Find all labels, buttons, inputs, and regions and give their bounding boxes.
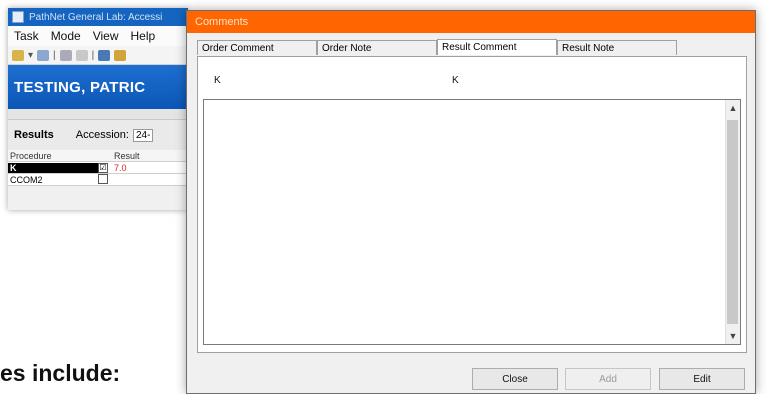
results-grid: Procedure Result K ☑ 7.0 CCOM2 — [8, 150, 188, 186]
pathnet-window: PathNet General Lab: Accessi Task Mode V… — [8, 8, 188, 210]
procedure-cell: CCOM2 — [10, 174, 43, 185]
grid-header: Procedure Result — [8, 150, 188, 162]
edit-button[interactable]: Edit — [659, 368, 745, 390]
checkbox-icon[interactable] — [98, 173, 108, 184]
notes-icon[interactable] — [114, 49, 127, 61]
tab-panel: K K ▲ ▼ — [197, 56, 747, 353]
monitor-icon[interactable] — [98, 49, 111, 61]
app-icon — [12, 11, 24, 23]
tab-order-note[interactable]: Order Note — [317, 40, 437, 55]
procedure-cell: K — [8, 162, 98, 173]
close-button[interactable]: Close — [472, 368, 558, 390]
pathnet-title-bar: PathNet General Lab: Accessi — [8, 8, 188, 26]
procedure-label-left: K — [214, 75, 221, 86]
window-title: PathNet General Lab: Accessi — [29, 11, 163, 23]
tab-result-note[interactable]: Result Note — [557, 40, 677, 55]
menu-task[interactable]: Task — [8, 29, 45, 43]
result-cell: 7.0 — [114, 162, 127, 173]
accession-input[interactable]: 24- — [132, 128, 154, 142]
vertical-scrollbar[interactable]: ▲ ▼ — [725, 100, 740, 344]
save-icon[interactable] — [37, 49, 50, 61]
results-bar: Results Accession: 24- — [8, 119, 188, 150]
dialog-title: Comments — [195, 16, 249, 28]
menu-view[interactable]: View — [87, 29, 125, 43]
results-label: Results — [14, 129, 54, 141]
procedure-header: Procedure — [10, 150, 52, 161]
table-row[interactable]: K ☑ 7.0 — [8, 162, 188, 174]
patient-banner: TESTING, PATRIC — [8, 65, 188, 109]
accession-label: Accession: — [75, 129, 129, 141]
open-icon[interactable] — [12, 49, 24, 61]
menu-bar: Task Mode View Help — [8, 26, 188, 46]
separator-icon: | — [53, 49, 56, 61]
separator-icon: | — [91, 49, 95, 61]
up-arrow-icon[interactable] — [75, 49, 88, 61]
scroll-up-icon[interactable]: ▲ — [726, 100, 740, 116]
add-button[interactable]: Add — [565, 368, 651, 390]
checkbox-icon[interactable]: ☑ — [98, 163, 108, 173]
scroll-down-icon[interactable]: ▼ — [726, 328, 740, 344]
comment-tabs: Order Comment Order Note Result Comment … — [197, 39, 677, 56]
comments-dialog: Comments Order Comment Order Note Result… — [186, 10, 756, 394]
result-header: Result — [114, 150, 140, 161]
dropdown-arrow-icon[interactable]: ▾ — [28, 50, 33, 61]
slide-text: es include: — [0, 360, 121, 386]
down-arrow-icon[interactable] — [59, 49, 72, 61]
comment-textarea[interactable]: ▲ ▼ — [203, 99, 741, 345]
patient-name: TESTING, PATRIC — [14, 78, 146, 96]
table-row[interactable]: CCOM2 — [8, 173, 188, 186]
tab-result-comment[interactable]: Result Comment — [437, 39, 557, 55]
dialog-title-bar: Comments — [187, 11, 755, 33]
tab-order-comment[interactable]: Order Comment — [197, 40, 317, 55]
menu-help[interactable]: Help — [125, 29, 162, 43]
scroll-thumb[interactable] — [727, 120, 738, 324]
toolbar: ▾ | | — [8, 46, 188, 65]
procedure-label-right: K — [452, 75, 459, 86]
menu-mode[interactable]: Mode — [45, 29, 87, 43]
